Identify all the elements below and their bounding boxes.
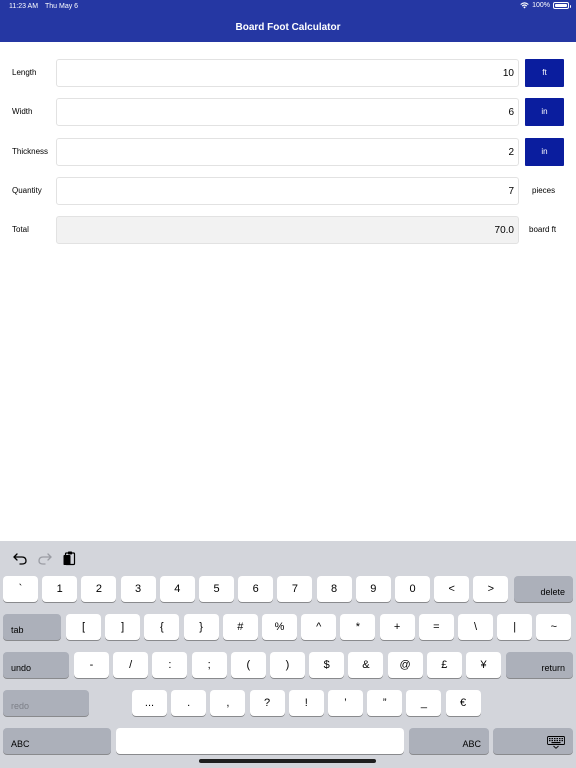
- abc-key-left[interactable]: ABC: [3, 728, 111, 754]
- row1-key[interactable]: 2: [81, 576, 117, 602]
- home-indicator[interactable]: [199, 759, 376, 763]
- row3-key[interactable]: $: [309, 652, 345, 678]
- quantity-input[interactable]: 7: [56, 177, 519, 205]
- row2-key[interactable]: *: [340, 614, 376, 640]
- navigation-bar: 11:23 AM Thu May 6 100% Board Foot Calcu…: [0, 0, 576, 42]
- paste-icon[interactable]: [62, 550, 78, 566]
- row3-key[interactable]: ¥: [466, 652, 501, 678]
- keyboard-dismiss-icon: [547, 736, 565, 749]
- row4-key[interactable]: .: [171, 690, 207, 716]
- row3-key[interactable]: (: [230, 652, 266, 678]
- quantity-unit: pieces: [532, 186, 556, 195]
- row4-key[interactable]: ?: [249, 690, 285, 716]
- row1-key[interactable]: 6: [238, 576, 274, 602]
- row2-key[interactable]: \: [458, 614, 493, 640]
- row1-key[interactable]: 5: [199, 576, 234, 602]
- row3-key[interactable]: -: [74, 652, 109, 678]
- row1-key[interactable]: >: [473, 576, 509, 602]
- wifi-icon: [520, 2, 529, 9]
- dismiss-keyboard-key[interactable]: [493, 728, 573, 754]
- redo-key[interactable]: redo: [3, 690, 89, 716]
- battery-icon: [553, 2, 571, 9]
- tab-key-label: tab: [11, 625, 24, 635]
- row3-key[interactable]: £: [426, 652, 462, 678]
- row3-key[interactable]: @: [387, 652, 423, 678]
- abc-key-right[interactable]: ABC: [409, 728, 489, 754]
- keyboard-toolbar: [0, 541, 576, 575]
- quantity-label: Quantity: [12, 186, 42, 195]
- row4-key[interactable]: _: [406, 690, 442, 716]
- row1-key[interactable]: 8: [316, 576, 352, 602]
- row4-key[interactable]: ’: [328, 690, 363, 716]
- battery-fill: [555, 4, 567, 7]
- row1-key[interactable]: 1: [42, 576, 78, 602]
- quantity-row: Quantity 7 pieces: [0, 177, 576, 205]
- status-date: Thu May 6: [45, 3, 79, 10]
- width-input[interactable]: 6: [56, 98, 519, 126]
- page-title: Board Foot Calculator: [235, 22, 341, 33]
- total-unit: board ft: [529, 225, 557, 234]
- row1-key[interactable]: 4: [159, 576, 195, 602]
- row1-key[interactable]: <: [434, 576, 470, 602]
- undo-icon[interactable]: [12, 550, 28, 566]
- row1-key[interactable]: 0: [395, 576, 430, 602]
- abc-key-left-label: ABC: [11, 739, 30, 749]
- total-row: Total 70.0 board ft: [0, 216, 576, 244]
- status-indicators: 100%: [520, 2, 571, 9]
- width-unit-button[interactable]: in: [525, 98, 564, 126]
- abc-key-right-label: ABC: [462, 739, 481, 749]
- row2-key[interactable]: [: [66, 614, 101, 640]
- row2-key[interactable]: +: [379, 614, 415, 640]
- battery-percent: 100%: [532, 2, 550, 9]
- row3-key[interactable]: ): [270, 652, 305, 678]
- row1-key[interactable]: 3: [120, 576, 156, 602]
- return-key-label: return: [541, 663, 565, 673]
- row4-key[interactable]: ,: [210, 690, 246, 716]
- row2-key[interactable]: {: [144, 614, 180, 640]
- space-key[interactable]: [116, 728, 404, 754]
- row1-key[interactable]: 7: [277, 576, 313, 602]
- length-row: Length 10 ft: [0, 59, 576, 87]
- row2-key[interactable]: %: [262, 614, 297, 640]
- row2-key[interactable]: ]: [105, 614, 141, 640]
- total-label: Total: [12, 225, 29, 234]
- keyboard: ` 1 2 3 4 5 6 7 8 9 0 < > delete tab []{} #% ^ * + = \ | ~ u…: [0, 541, 576, 768]
- length-unit-button[interactable]: ft: [525, 59, 564, 87]
- row3-key[interactable]: /: [113, 652, 149, 678]
- row4-key[interactable]: !: [288, 690, 324, 716]
- width-label: Width: [12, 107, 33, 116]
- row1-key[interactable]: 9: [355, 576, 391, 602]
- row3-key[interactable]: &: [348, 652, 384, 678]
- row3-key[interactable]: ;: [191, 652, 227, 678]
- thickness-label: Thickness: [12, 147, 49, 156]
- row2-key[interactable]: }: [183, 614, 219, 640]
- status-time: 11:23 AM: [9, 3, 39, 10]
- row4-key[interactable]: €: [445, 690, 481, 716]
- undo-key[interactable]: undo: [3, 652, 69, 678]
- delete-key[interactable]: delete: [514, 576, 573, 602]
- thickness-unit-button[interactable]: in: [525, 138, 564, 166]
- thickness-input[interactable]: 2: [56, 138, 519, 166]
- row3-key[interactable]: :: [152, 652, 188, 678]
- length-label: Length: [12, 68, 37, 77]
- row2-key[interactable]: =: [418, 614, 454, 640]
- row2-key[interactable]: ^: [301, 614, 337, 640]
- delete-key-label: delete: [540, 587, 565, 597]
- length-input[interactable]: 10: [56, 59, 519, 87]
- row2-key[interactable]: |: [497, 614, 533, 640]
- row2-key[interactable]: ~: [536, 614, 572, 640]
- tab-key[interactable]: tab: [3, 614, 61, 640]
- return-key[interactable]: return: [506, 652, 573, 678]
- redo-icon[interactable]: [37, 550, 53, 566]
- row4-key[interactable]: ...: [132, 690, 167, 716]
- thickness-row: Thickness 2 in: [0, 138, 576, 166]
- row2-key[interactable]: #: [222, 614, 258, 640]
- width-row: Width 6 in: [0, 98, 576, 126]
- row4-key[interactable]: ”: [367, 690, 403, 716]
- row1-key[interactable]: `: [3, 576, 38, 602]
- undo-key-label: undo: [11, 663, 32, 673]
- total-output: 70.0: [56, 216, 519, 244]
- redo-key-label: redo: [11, 701, 30, 711]
